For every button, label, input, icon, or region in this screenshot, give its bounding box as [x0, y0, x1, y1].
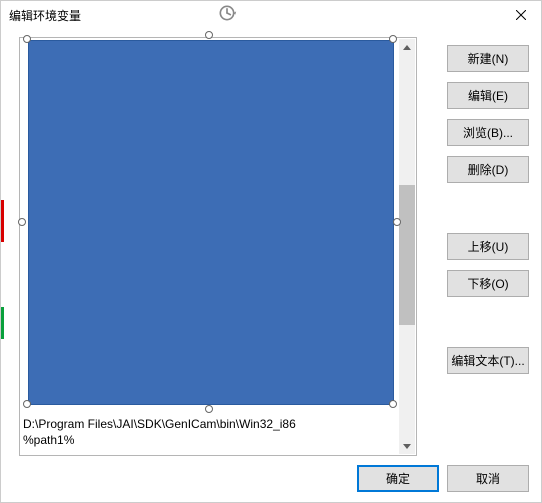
- selection-overlay: [28, 40, 394, 405]
- edit-env-var-dialog: 编辑环境变量 D:\Program Files\JAI\SDK\GenICam\…: [0, 0, 542, 503]
- resize-handle[interactable]: [205, 405, 213, 413]
- edit-button[interactable]: 编辑(E): [447, 82, 529, 109]
- resize-handle[interactable]: [393, 218, 401, 226]
- move-up-button[interactable]: 上移(U): [447, 233, 529, 260]
- list-item[interactable]: D:\Program Files\JAI\SDK\GenICam\bin\Win…: [23, 417, 296, 431]
- resize-handle[interactable]: [23, 35, 31, 43]
- close-button[interactable]: [501, 1, 541, 29]
- cancel-button[interactable]: 取消: [447, 465, 529, 492]
- refresh-icon: [215, 1, 239, 25]
- browse-button[interactable]: 浏览(B)...: [447, 119, 529, 146]
- path-listbox[interactable]: D:\Program Files\JAI\SDK\GenICam\bin\Win…: [19, 37, 417, 456]
- move-down-button[interactable]: 下移(O): [447, 270, 529, 297]
- scrollbar[interactable]: [399, 39, 415, 454]
- resize-handle[interactable]: [18, 218, 26, 226]
- delete-button[interactable]: 删除(D): [447, 156, 529, 183]
- side-buttons: 新建(N) 编辑(E) 浏览(B)... 删除(D) 上移(U) 下移(O) 编…: [447, 45, 529, 384]
- dialog-content: D:\Program Files\JAI\SDK\GenICam\bin\Win…: [1, 29, 541, 502]
- scroll-down-button[interactable]: [399, 438, 415, 454]
- resize-handle[interactable]: [205, 31, 213, 39]
- scroll-thumb[interactable]: [399, 185, 415, 325]
- dialog-buttons: 确定 取消: [357, 465, 529, 492]
- visible-entries: D:\Program Files\JAI\SDK\GenICam\bin\Win…: [23, 416, 413, 448]
- scroll-up-button[interactable]: [399, 39, 415, 55]
- main-area: D:\Program Files\JAI\SDK\GenICam\bin\Win…: [19, 37, 433, 460]
- dialog-title: 编辑环境变量: [9, 7, 81, 24]
- ok-button[interactable]: 确定: [357, 465, 439, 492]
- resize-handle[interactable]: [23, 400, 31, 408]
- listbox-inner: D:\Program Files\JAI\SDK\GenICam\bin\Win…: [20, 38, 416, 455]
- list-item[interactable]: %path1%: [23, 433, 74, 447]
- new-button[interactable]: 新建(N): [447, 45, 529, 72]
- edit-text-button[interactable]: 编辑文本(T)...: [447, 347, 529, 374]
- titlebar: 编辑环境变量: [1, 1, 541, 29]
- spacer: [447, 193, 529, 233]
- spacer: [447, 307, 529, 347]
- resize-handle[interactable]: [389, 400, 397, 408]
- close-icon: [516, 10, 526, 20]
- resize-handle[interactable]: [389, 35, 397, 43]
